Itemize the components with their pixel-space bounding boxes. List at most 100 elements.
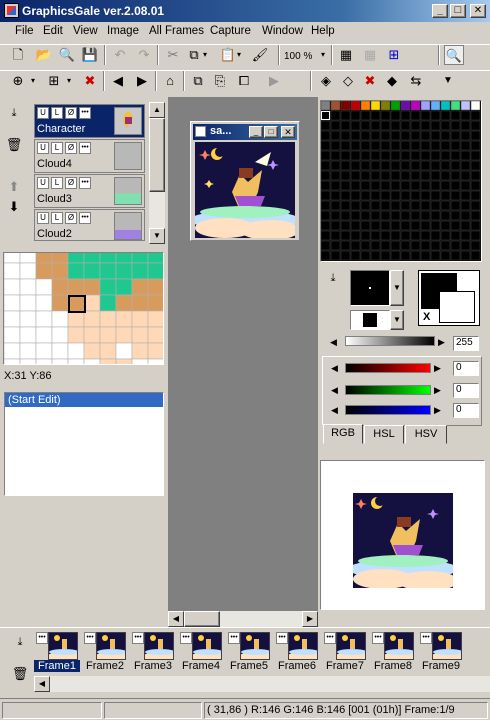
palette-cell[interactable]: [330, 230, 341, 241]
blue-slider[interactable]: [345, 405, 431, 415]
palette-cell[interactable]: [400, 180, 411, 191]
palette-cell[interactable]: [420, 240, 431, 251]
palette-cell[interactable]: [400, 150, 411, 161]
add-layer-dropdown-icon[interactable]: ▾: [28, 71, 38, 91]
palette-cell[interactable]: [380, 110, 391, 121]
palette-cell[interactable]: [340, 230, 351, 241]
layer-transparent-toggle[interactable]: Ø: [65, 212, 77, 224]
frame-options-button[interactable]: •••: [36, 632, 48, 644]
palette-cell[interactable]: [380, 160, 391, 171]
frame-item[interactable]: ••• Frame7: [322, 630, 368, 676]
palette-cell[interactable]: [410, 230, 421, 241]
palette-cell[interactable]: [450, 190, 461, 201]
palette-cell[interactable]: [370, 210, 381, 221]
palette-import-icon[interactable]: ⤓: [323, 268, 343, 288]
menu-view[interactable]: View: [73, 25, 98, 37]
palette-cell[interactable]: [390, 110, 401, 121]
blue-value[interactable]: 0: [453, 403, 479, 418]
minimize-button[interactable]: _: [432, 4, 448, 18]
cut-icon[interactable]: ✂: [163, 45, 183, 65]
layer-transparent-toggle[interactable]: Ø: [65, 177, 77, 189]
frame-options-button[interactable]: •••: [372, 632, 384, 644]
frame-options-button[interactable]: •••: [420, 632, 432, 644]
palette-cell[interactable]: [430, 130, 441, 141]
frame-item[interactable]: ••• Frame4: [178, 630, 224, 676]
palette-cell[interactable]: [400, 100, 411, 111]
layer-lock-toggle[interactable]: L: [51, 212, 63, 224]
palette-cell[interactable]: [380, 120, 391, 131]
palette-cell[interactable]: [320, 140, 331, 151]
frame-merge-icon[interactable]: ⧠: [234, 71, 254, 91]
palette-cell[interactable]: [440, 100, 451, 111]
canvas[interactable]: [195, 142, 295, 238]
palette-menu-icon[interactable]: ▼: [438, 71, 458, 91]
palette-cell[interactable]: [410, 210, 421, 221]
palette-cell[interactable]: [420, 190, 431, 201]
palette-cell[interactable]: [370, 120, 381, 131]
palette-cell[interactable]: [440, 110, 451, 121]
frame-paste-icon[interactable]: ⎘: [210, 71, 230, 91]
palette-cell[interactable]: [420, 180, 431, 191]
palette-cell[interactable]: [330, 200, 341, 211]
palette-cell[interactable]: [350, 220, 361, 231]
frame-options-button[interactable]: •••: [324, 632, 336, 644]
primary-color-dropdown-icon[interactable]: ▼: [390, 270, 404, 306]
palette-cell[interactable]: [430, 120, 441, 131]
fine-grid-icon[interactable]: ▦: [360, 45, 380, 65]
palette-grid[interactable]: [320, 100, 482, 262]
foreground-background-colors[interactable]: X: [418, 270, 480, 326]
doc-minimize-button[interactable]: _: [249, 126, 263, 138]
palette-cell[interactable]: [430, 230, 441, 241]
palette-cell[interactable]: [470, 200, 481, 211]
next-frame-icon[interactable]: ▶: [132, 71, 152, 91]
palette-cell[interactable]: [320, 160, 331, 171]
frame-options-button[interactable]: •••: [132, 632, 144, 644]
layer-options-button[interactable]: •••: [79, 177, 91, 189]
palette-cell[interactable]: [340, 170, 351, 181]
palette-cell[interactable]: [450, 250, 461, 261]
palette-cell[interactable]: [400, 170, 411, 181]
palette-cell[interactable]: [440, 170, 451, 181]
palette-cell[interactable]: [320, 180, 331, 191]
palette-cell[interactable]: [470, 140, 481, 151]
frame-item[interactable]: ••• Frame5: [226, 630, 272, 676]
palette-cell[interactable]: [320, 120, 331, 131]
palette-cell[interactable]: [340, 210, 351, 221]
palette-cell[interactable]: [380, 180, 391, 191]
palette-cell[interactable]: [370, 130, 381, 141]
palette-cell[interactable]: [340, 100, 351, 111]
palette-cell[interactable]: [370, 240, 381, 251]
redo-icon[interactable]: ↷: [134, 45, 154, 65]
palette-cell[interactable]: [370, 250, 381, 261]
palette-cell[interactable]: [450, 180, 461, 191]
green-right-icon[interactable]: ▶: [434, 385, 441, 396]
menu-help[interactable]: Help: [311, 25, 335, 37]
palette-cell[interactable]: [420, 160, 431, 171]
palette-cell[interactable]: [440, 130, 451, 141]
palette-cell[interactable]: [380, 170, 391, 181]
layer-up-icon[interactable]: ⬆: [4, 177, 24, 197]
layer-lock-toggle[interactable]: L: [51, 177, 63, 189]
palette-cell[interactable]: [330, 130, 341, 141]
palette-cell[interactable]: [420, 150, 431, 161]
palette-cell[interactable]: [430, 180, 441, 191]
palette-cell[interactable]: [370, 160, 381, 171]
palette-cell[interactable]: [410, 200, 421, 211]
palette-cell[interactable]: [400, 230, 411, 241]
palette-cell[interactable]: [400, 220, 411, 231]
palette-cell[interactable]: [350, 180, 361, 191]
palette-cell[interactable]: [430, 190, 441, 201]
palette-cell[interactable]: [440, 120, 451, 131]
frame-trash-icon[interactable]: 🗑: [10, 664, 30, 684]
fill-bucket-icon[interactable]: ◈: [316, 71, 336, 91]
palette-cell[interactable]: [350, 240, 361, 251]
scroll-thumb[interactable]: [149, 118, 165, 192]
palette-cell[interactable]: [370, 140, 381, 151]
palette-cell[interactable]: [440, 200, 451, 211]
palette-cell[interactable]: [360, 220, 371, 231]
layer-row-cloud4[interactable]: U L Ø ••• Cloud4: [34, 139, 145, 173]
palette-cell[interactable]: [450, 100, 461, 111]
palette-cell[interactable]: [460, 140, 471, 151]
palette-cell[interactable]: [330, 100, 341, 111]
palette-cell[interactable]: [350, 170, 361, 181]
